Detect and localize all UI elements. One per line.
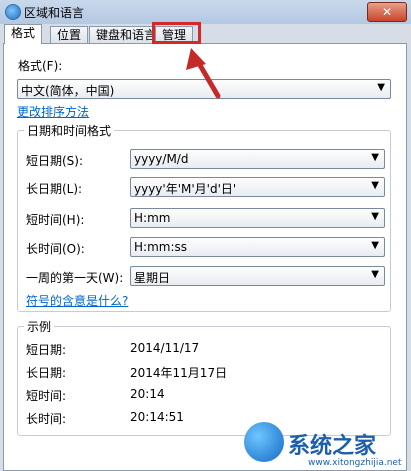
watermark-logo-icon bbox=[244, 422, 284, 462]
example-short-time-label: 短时间: bbox=[26, 389, 67, 403]
watermark-text: 系统之家 bbox=[288, 434, 377, 459]
title-bar: 区域和语言 ✕ bbox=[0, 0, 411, 24]
tab-format[interactable]: 格式 bbox=[4, 24, 43, 44]
datetime-group: 日期和时间格式 短日期(S): yyyy/M/d ▼ 长日期(L): yyyy'… bbox=[17, 122, 391, 312]
chevron-down-icon: ▼ bbox=[371, 152, 379, 163]
format-panel: 格式(F): 中文(简体，中国) ▼ 更改排序方法 日期和时间格式 短日期(S)… bbox=[3, 43, 407, 471]
tab-location[interactable]: 位置 bbox=[50, 26, 89, 43]
format-select-value: 中文(简体，中国) bbox=[21, 84, 115, 98]
symbols-help-link[interactable]: 符号的含意是什么? bbox=[26, 292, 128, 309]
short-date-select[interactable]: yyyy/M/d ▼ bbox=[130, 149, 385, 169]
watermark-url: www.xitongzhijia.net bbox=[308, 458, 402, 468]
long-date-value: yyyy'年'M'月'd'日' bbox=[134, 182, 237, 196]
short-time-label: 短时间(H): bbox=[26, 213, 85, 227]
chevron-down-icon: ▼ bbox=[371, 180, 379, 191]
long-time-select[interactable]: H:mm:ss ▼ bbox=[130, 237, 385, 257]
region-icon bbox=[5, 4, 21, 20]
change-sort-link[interactable]: 更改排序方法 bbox=[17, 103, 89, 120]
chevron-down-icon: ▼ bbox=[377, 82, 385, 93]
datetime-group-title: 日期和时间格式 bbox=[24, 122, 115, 139]
tab-highlight-box bbox=[152, 22, 201, 44]
close-button[interactable]: ✕ bbox=[367, 2, 407, 22]
first-day-label: 一周的第一天(W): bbox=[26, 271, 124, 285]
chevron-down-icon: ▼ bbox=[371, 240, 379, 251]
short-date-label: 短日期(S): bbox=[26, 154, 84, 168]
format-select[interactable]: 中文(简体，中国) ▼ bbox=[17, 79, 391, 99]
example-group-title: 示例 bbox=[24, 318, 55, 335]
window-title: 区域和语言 bbox=[24, 6, 85, 20]
example-long-time-label: 长时间: bbox=[26, 412, 67, 426]
short-time-select[interactable]: H:mm ▼ bbox=[130, 208, 385, 228]
format-label: 格式(F): bbox=[18, 59, 63, 73]
long-date-select[interactable]: yyyy'年'M'月'd'日' ▼ bbox=[130, 177, 385, 197]
example-short-date-label: 短日期: bbox=[26, 343, 67, 357]
example-long-time-value: 20:14:51 bbox=[130, 410, 184, 424]
long-time-value: H:mm:ss bbox=[134, 240, 187, 254]
example-short-date-value: 2014/11/17 bbox=[130, 341, 200, 355]
watermark: 系统之家 www.xitongzhijia.net bbox=[244, 418, 411, 471]
chevron-down-icon: ▼ bbox=[371, 211, 379, 222]
first-day-value: 星期日 bbox=[134, 271, 171, 285]
long-date-label: 长日期(L): bbox=[26, 182, 83, 196]
example-long-date-value: 2014年11月17日 bbox=[130, 366, 228, 380]
example-short-time-value: 20:14 bbox=[130, 387, 165, 401]
chevron-down-icon: ▼ bbox=[371, 269, 379, 280]
example-long-date-label: 长日期: bbox=[26, 366, 67, 380]
tab-strip: 格式 位置 键盘和语言 管理 bbox=[0, 24, 411, 44]
long-time-label: 长时间(O): bbox=[26, 242, 85, 256]
short-time-value: H:mm bbox=[134, 211, 171, 225]
short-date-value: yyyy/M/d bbox=[134, 152, 189, 166]
first-day-select[interactable]: 星期日 ▼ bbox=[130, 266, 385, 286]
